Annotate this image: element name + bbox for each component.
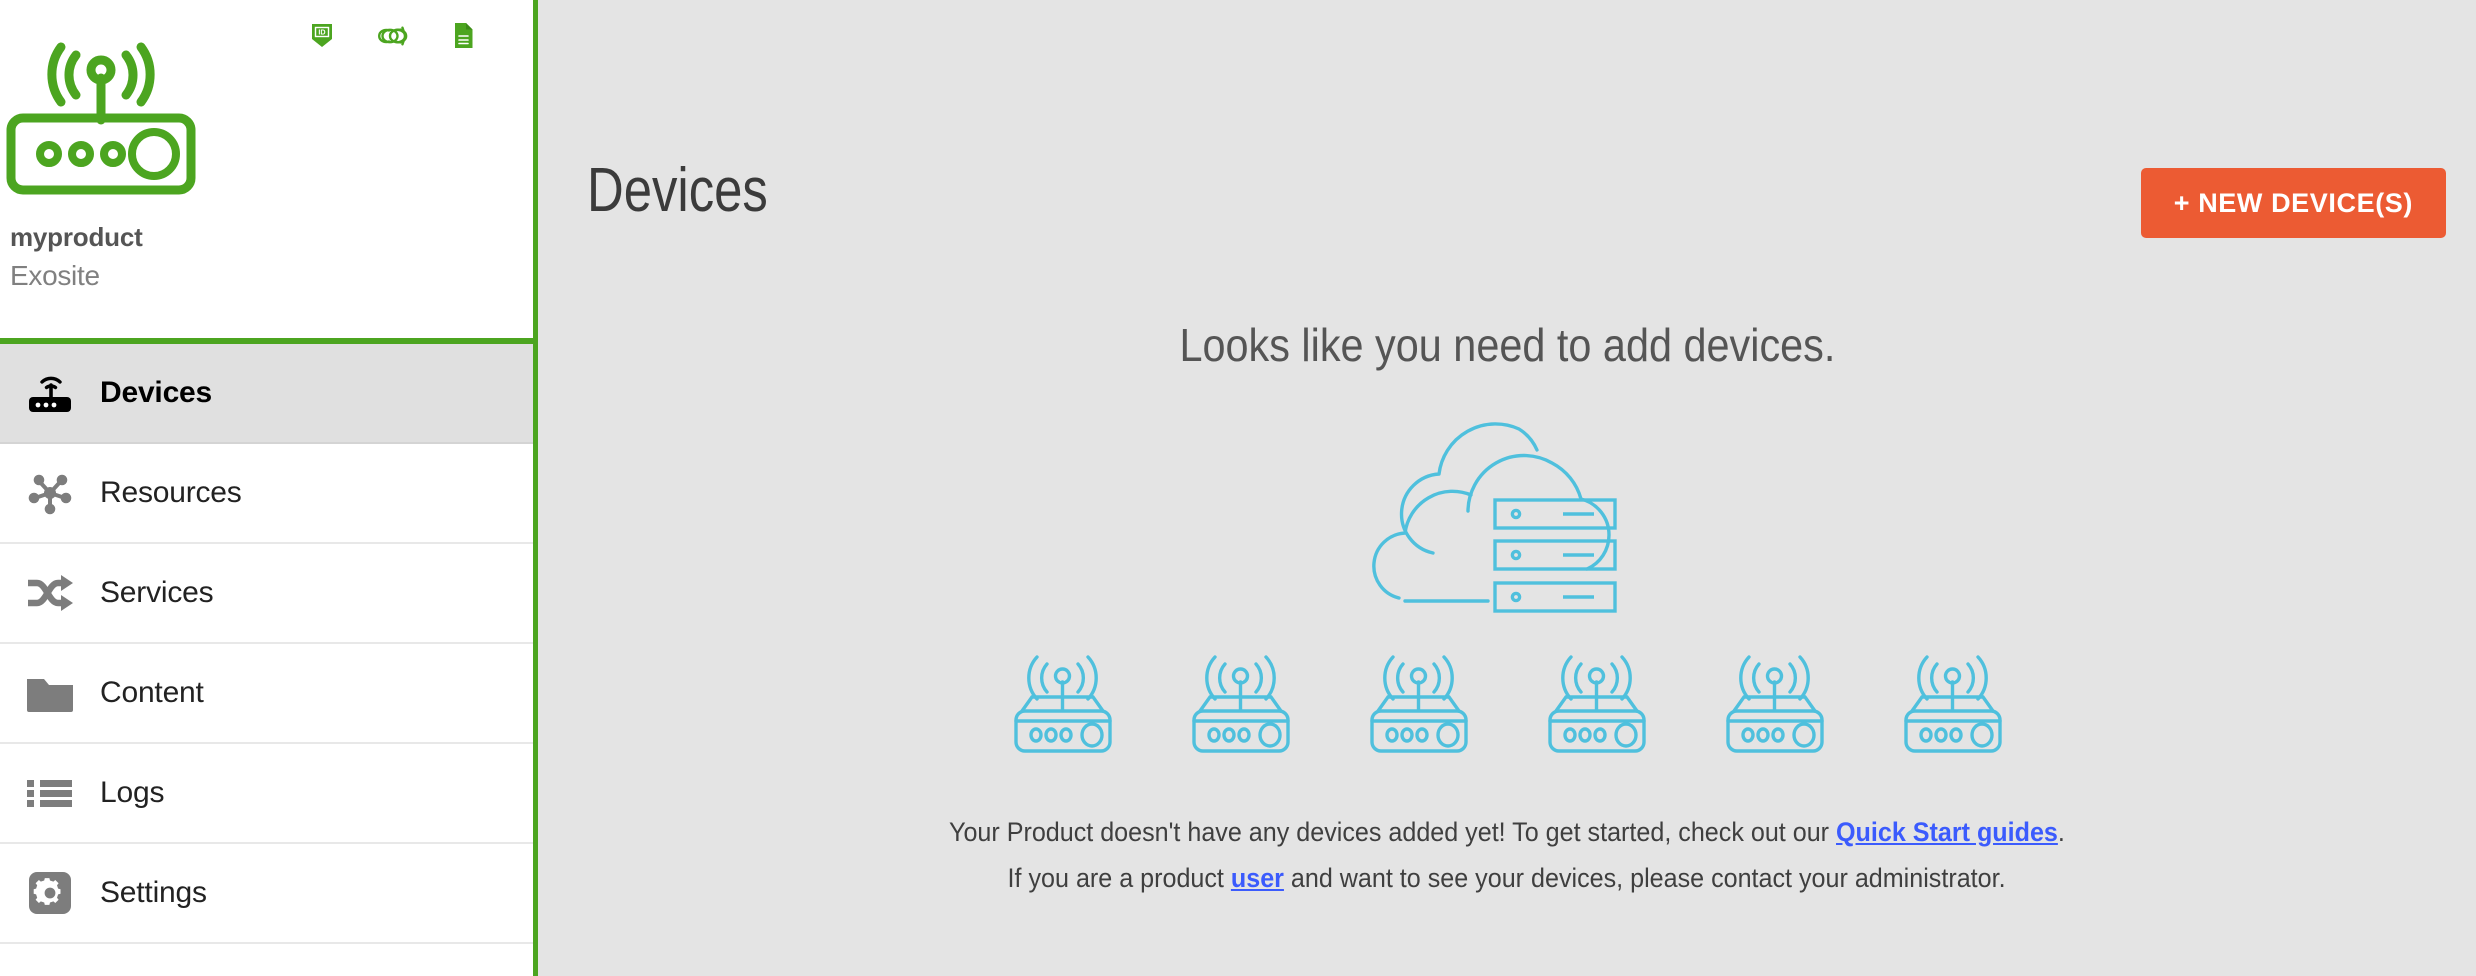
sidebar-item-content[interactable]: Content (0, 644, 533, 744)
user-link[interactable]: user (1231, 863, 1284, 893)
devices-empty-state: Looks like you need to add devices. Your… (538, 0, 2476, 894)
folder-icon (0, 671, 100, 715)
router-signal-icon (1000, 649, 1125, 759)
sidebar-item-label: Resources (100, 476, 242, 509)
app-root: ID myproduct Exosite Devices Resources S… (0, 0, 2476, 976)
product-action-icons: ID (311, 22, 475, 49)
main-content: Devices + NEW DEVICE(S) Looks like you n… (538, 0, 2476, 976)
sidebar-item-settings[interactable]: Settings (0, 844, 533, 944)
sidebar: ID myproduct Exosite Devices Resources S… (0, 0, 538, 976)
router-illustration-row (1000, 649, 2015, 759)
empty-message-part1: Your Product doesn't have any devices ad… (949, 817, 1837, 847)
document-icon[interactable] (453, 22, 475, 49)
shuffle-icon (0, 569, 100, 617)
router-signal-icon (1356, 649, 1481, 759)
sidebar-item-resources[interactable]: Resources (0, 444, 533, 544)
sidebar-item-label: Logs (100, 776, 165, 809)
sidebar-item-devices[interactable]: Devices (0, 344, 533, 444)
empty-state-message: Your Product doesn't have any devices ad… (949, 817, 2065, 848)
gear-icon (0, 869, 100, 917)
router-signal-icon (1178, 649, 1303, 759)
svg-text:ID: ID (318, 28, 325, 37)
router-signal-icon (1712, 649, 1837, 759)
product-logo (6, 40, 196, 205)
empty-message2-part1: If you are a product (1007, 863, 1232, 893)
sidebar-item-label: Settings (100, 876, 207, 909)
list-icon (0, 771, 100, 815)
router-signal-icon (1890, 649, 2015, 759)
product-name: myproduct (10, 222, 143, 252)
sidebar-product-header: ID myproduct Exosite (0, 0, 533, 338)
router-signal-icon (1534, 649, 1659, 759)
sidebar-item-label: Content (100, 676, 204, 709)
empty-message2-part2: and want to see your devices, please con… (1284, 863, 2006, 893)
id-badge-icon[interactable]: ID (311, 23, 333, 48)
cloud-server-icon (1337, 408, 1677, 623)
link-chain-icon[interactable] (375, 23, 411, 49)
sidebar-item-services[interactable]: Services (0, 544, 533, 644)
empty-state-message-secondary: If you are a product user and want to se… (1008, 863, 2006, 894)
sidebar-item-logs[interactable]: Logs (0, 744, 533, 844)
product-organization: Exosite (10, 260, 100, 291)
empty-message-part2: . (2057, 817, 2065, 847)
quick-start-guides-link[interactable]: Quick Start guides (1836, 817, 2058, 847)
sidebar-item-label: Services (100, 576, 214, 609)
sidebar-navigation: Devices Resources Services Content Logs … (0, 344, 533, 944)
router-icon (0, 369, 100, 417)
empty-state-heading: Looks like you need to add devices. (1179, 319, 1835, 371)
hub-nodes-icon (0, 467, 100, 519)
sidebar-item-label: Devices (100, 376, 213, 409)
